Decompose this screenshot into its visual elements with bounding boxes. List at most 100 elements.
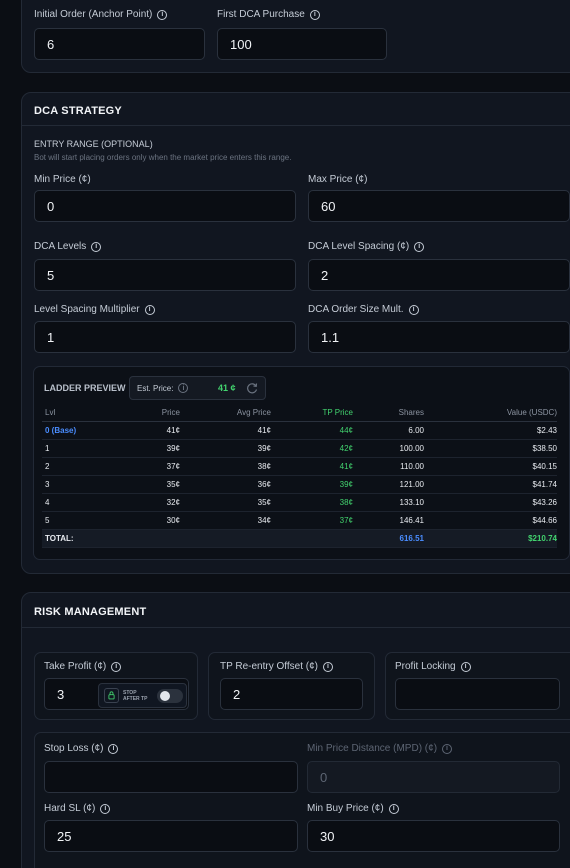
col-value: Value (USDC) — [424, 405, 557, 422]
info-icon[interactable]: i — [309, 9, 320, 20]
cell-avg: 41¢ — [180, 421, 271, 440]
spacing-multiplier-input[interactable]: 1 — [34, 321, 296, 353]
lock-icon — [104, 688, 119, 703]
cell-price: 39¢ — [142, 439, 180, 458]
cell-value: $2.43 — [424, 421, 557, 440]
cell-avg: 34¢ — [180, 511, 271, 530]
profit-locking-input[interactable] — [395, 678, 560, 710]
info-icon[interactable]: i — [91, 241, 102, 252]
info-icon[interactable]: i — [144, 304, 155, 315]
initial-order-input[interactable]: 6 — [34, 28, 205, 60]
order-size-mult-input[interactable]: 1.1 — [308, 321, 570, 353]
hard-sl-input[interactable]: 25 — [44, 820, 298, 852]
total-shares: 616.51 — [353, 529, 424, 548]
cell-avg: 35¢ — [180, 493, 271, 512]
table-row: 4 32¢ 35¢ 38¢ 133.10 $43.26 — [42, 493, 557, 512]
cell-price: 35¢ — [142, 475, 180, 494]
cell-lvl: 0 (Base) — [42, 421, 142, 440]
entry-range-label: ENTRY RANGE (OPTIONAL) — [34, 139, 153, 149]
info-icon: i — [442, 743, 453, 754]
dca-levels-input[interactable]: 5 — [34, 259, 296, 291]
dca-spacing-input[interactable]: 2 — [308, 259, 570, 291]
table-row: 0 (Base) 41¢ 41¢ 44¢ 6.00 $2.43 — [42, 421, 557, 440]
col-avg-price: Avg Price — [180, 405, 271, 422]
toggle-knob — [160, 691, 170, 701]
order-size-mult-label: DCA Order Size Mult. i — [308, 304, 419, 315]
max-price-label: Max Price (¢) — [308, 174, 368, 185]
est-price-box: Est. Price: i 41 ¢ — [129, 376, 266, 400]
cell-price: 41¢ — [142, 421, 180, 440]
table-row: 2 37¢ 38¢ 41¢ 110.00 $40.15 — [42, 457, 557, 476]
cell-tp: 39¢ — [271, 475, 353, 494]
ladder-preview: LADDER PREVIEW Est. Price: i 41 ¢ Lvl Pr… — [33, 366, 570, 560]
cell-value: $44.66 — [424, 511, 557, 530]
cell-shares: 6.00 — [353, 421, 424, 440]
entry-range-hint: Bot will start placing orders only when … — [34, 153, 292, 162]
cell-lvl: 2 — [42, 457, 142, 476]
min-price-input[interactable]: 0 — [34, 190, 296, 222]
toggle-switch[interactable] — [157, 689, 183, 703]
cell-avg: 38¢ — [180, 457, 271, 476]
cell-shares: 146.41 — [353, 511, 424, 530]
take-profit-label: Take Profit (¢) i — [44, 661, 122, 672]
cell-tp: 41¢ — [271, 457, 353, 476]
col-shares: Shares — [353, 405, 424, 422]
cell-avg: 36¢ — [180, 475, 271, 494]
stop-loss-input[interactable] — [44, 761, 298, 793]
info-icon[interactable]: i — [408, 304, 419, 315]
cell-tp: 44¢ — [271, 421, 353, 440]
total-label: TOTAL: — [42, 529, 142, 548]
info-icon[interactable]: i — [414, 241, 425, 252]
divider — [22, 627, 570, 628]
ladder-table: Lvl Price Avg Price TP Price Shares Valu… — [42, 405, 557, 548]
cell-tp: 37¢ — [271, 511, 353, 530]
info-icon[interactable]: i — [157, 9, 168, 20]
tp-reentry-input[interactable]: 2 — [220, 678, 363, 710]
min-buy-price-input[interactable]: 30 — [307, 820, 560, 852]
info-icon[interactable]: i — [388, 803, 399, 814]
stop-loss-label: Stop Loss (¢) i — [44, 743, 119, 754]
cell-shares: 100.00 — [353, 439, 424, 458]
info-icon[interactable]: i — [111, 661, 122, 672]
total-value: $210.74 — [424, 529, 557, 548]
cell-value: $40.15 — [424, 457, 557, 476]
divider — [22, 125, 570, 126]
info-icon[interactable]: i — [460, 661, 471, 672]
est-price-value: 41 ¢ — [218, 383, 236, 393]
ladder-preview-title: LADDER PREVIEW — [44, 383, 126, 393]
cell-lvl: 1 — [42, 439, 142, 458]
cell-lvl: 3 — [42, 475, 142, 494]
info-icon[interactable]: i — [100, 803, 111, 814]
info-icon[interactable]: i — [108, 743, 119, 754]
cell-empty — [271, 529, 353, 548]
total-row: TOTAL: 616.51 $210.74 — [42, 529, 557, 548]
mpd-label: Min Price Distance (MPD) (¢) i — [307, 743, 453, 754]
info-icon[interactable]: i — [178, 383, 189, 393]
table-row: 5 30¢ 34¢ 37¢ 146.41 $44.66 — [42, 511, 557, 530]
cell-lvl: 4 — [42, 493, 142, 512]
col-price: Price — [142, 405, 180, 422]
initial-order-label: Initial Order (Anchor Point) i — [34, 9, 168, 20]
col-tp-price: TP Price — [271, 405, 353, 422]
cell-price: 30¢ — [142, 511, 180, 530]
ladder-header-row: Lvl Price Avg Price TP Price Shares Valu… — [42, 405, 557, 422]
table-row: 3 35¢ 36¢ 39¢ 121.00 $41.74 — [42, 475, 557, 494]
stop-after-tp-toggle[interactable]: STOP AFTER TP — [98, 683, 187, 708]
max-price-input[interactable]: 60 — [308, 190, 570, 222]
cell-value: $38.50 — [424, 439, 557, 458]
mpd-input: 0 — [307, 761, 560, 793]
cell-price: 37¢ — [142, 457, 180, 476]
hard-sl-label: Hard SL (¢) i — [44, 803, 111, 814]
first-dca-input[interactable]: 100 — [217, 28, 387, 60]
cell-shares: 110.00 — [353, 457, 424, 476]
cell-empty — [180, 529, 271, 548]
cell-lvl: 5 — [42, 511, 142, 530]
min-buy-price-label: Min Buy Price (¢) i — [307, 803, 399, 814]
info-icon[interactable]: i — [323, 661, 333, 672]
cell-shares: 121.00 — [353, 475, 424, 494]
spacing-multiplier-label: Level Spacing Multiplier i — [34, 304, 155, 315]
cell-empty — [142, 529, 180, 548]
refresh-icon[interactable] — [245, 381, 259, 395]
cell-tp: 42¢ — [271, 439, 353, 458]
take-profit-input[interactable]: 3 STOP AFTER TP — [44, 678, 189, 710]
